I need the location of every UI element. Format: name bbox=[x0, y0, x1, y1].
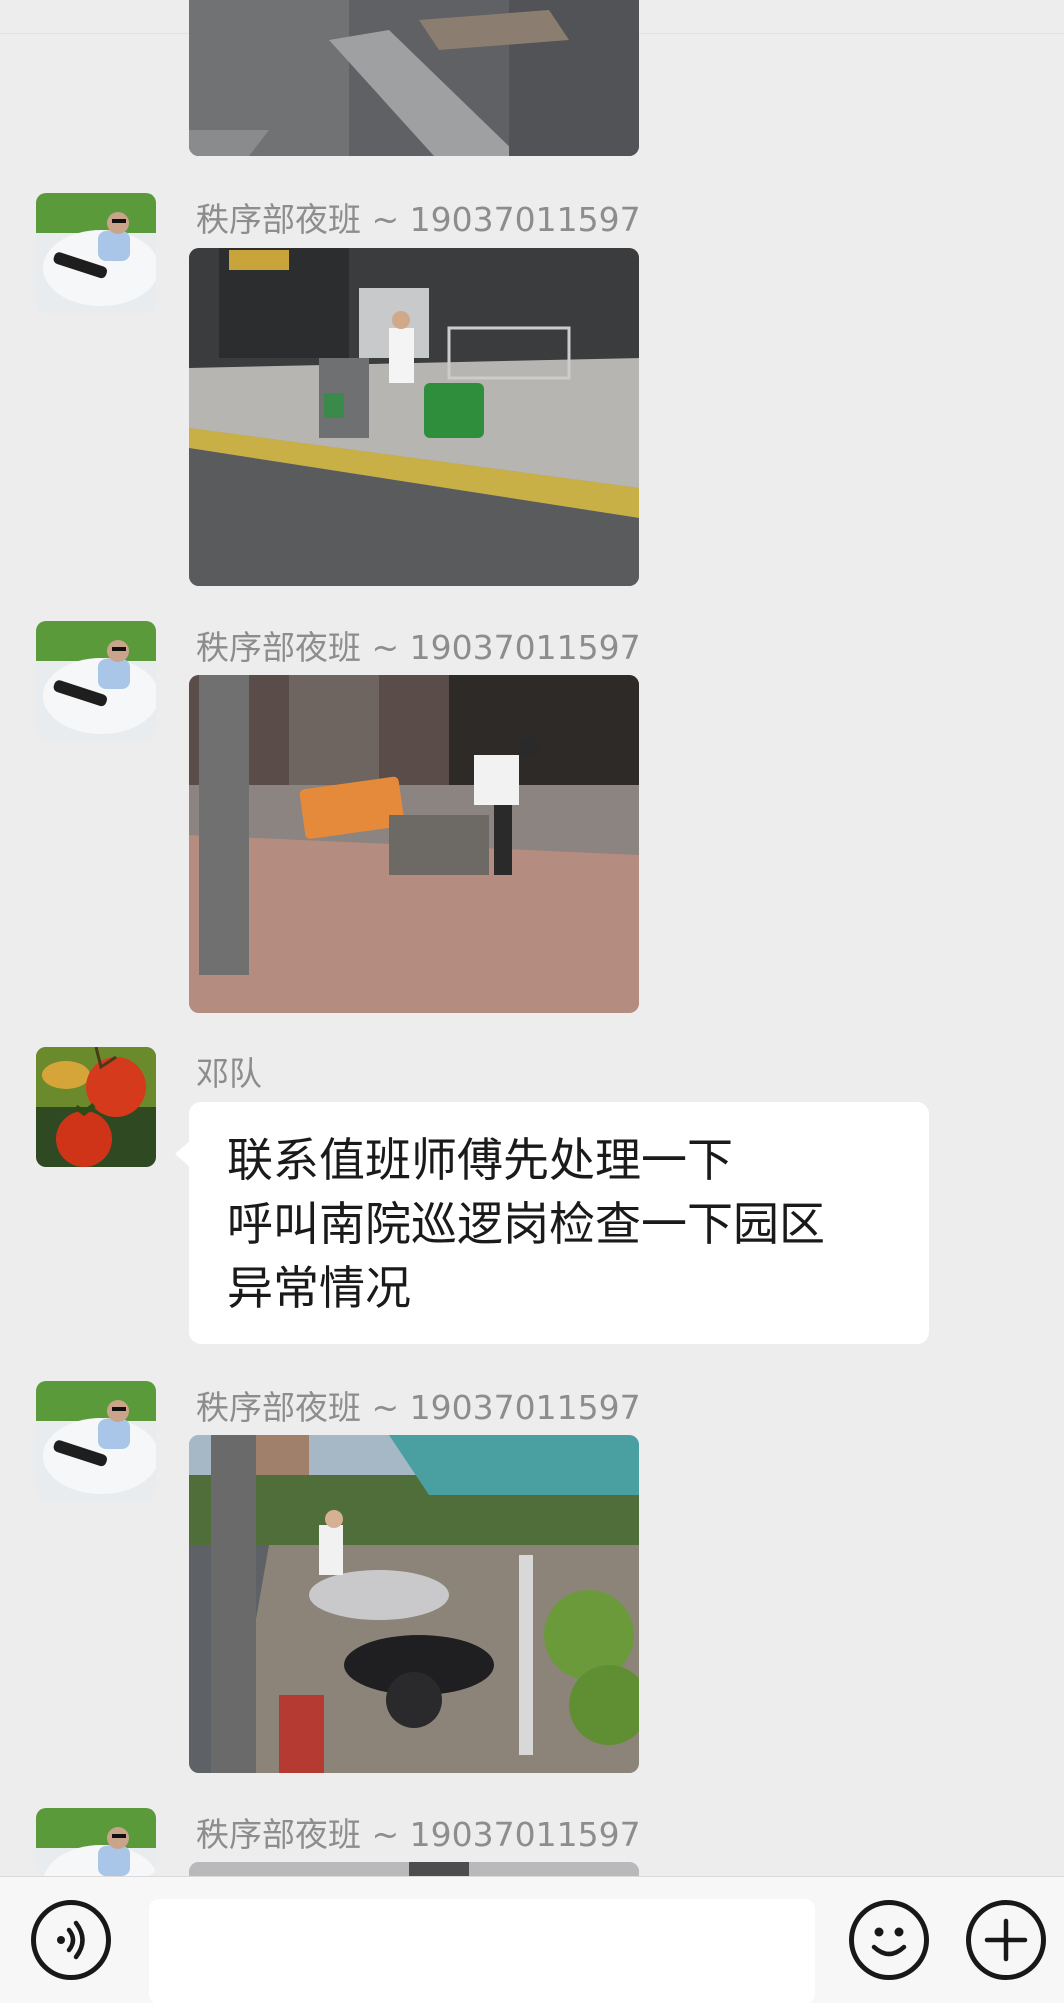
chat-image-message[interactable] bbox=[189, 248, 639, 586]
chat-image-message[interactable] bbox=[189, 675, 639, 1013]
avatar[interactable] bbox=[36, 1381, 156, 1501]
plus-button[interactable] bbox=[966, 1900, 1046, 1980]
sender-name: 秩序部夜班 ~ 19037011597 bbox=[196, 1815, 641, 1854]
sender-name: 秩序部夜班 ~ 19037011597 bbox=[196, 1388, 641, 1427]
plus-icon bbox=[984, 1918, 1028, 1962]
chat-image-message[interactable] bbox=[189, 1862, 639, 1876]
chat-screen: 秩序部夜班 ~ 19037011597 秩序部夜班 ~ 19037011597 … bbox=[0, 0, 1064, 2003]
message-text-line: 呼叫南院巡逻岗检查一下园区 bbox=[227, 1197, 825, 1251]
message-text-input[interactable] bbox=[149, 1899, 815, 2003]
sender-name: 秩序部夜班 ~ 19037011597 bbox=[196, 628, 641, 667]
avatar[interactable] bbox=[36, 193, 156, 313]
sender-name: 秩序部夜班 ~ 19037011597 bbox=[196, 200, 641, 239]
message-text-line: 异常情况 bbox=[227, 1261, 411, 1315]
avatar[interactable] bbox=[36, 1047, 156, 1167]
voice-icon bbox=[57, 1920, 85, 1960]
emoji-button[interactable] bbox=[849, 1900, 929, 1980]
avatar[interactable] bbox=[36, 1808, 156, 1876]
chat-image-message[interactable] bbox=[189, 0, 639, 156]
avatar[interactable] bbox=[36, 621, 156, 741]
chat-image-message[interactable] bbox=[189, 1435, 639, 1773]
voice-button[interactable] bbox=[31, 1900, 111, 1980]
sender-name: 邓队 bbox=[196, 1054, 262, 1093]
chat-text-bubble[interactable]: 联系值班师傅先处理一下 呼叫南院巡逻岗检查一下园区 异常情况 bbox=[175, 1102, 929, 1344]
message-text-line: 联系值班师傅先处理一下 bbox=[227, 1133, 733, 1187]
message-input-bar bbox=[0, 1876, 1064, 2003]
emoji-icon bbox=[871, 1927, 907, 1957]
